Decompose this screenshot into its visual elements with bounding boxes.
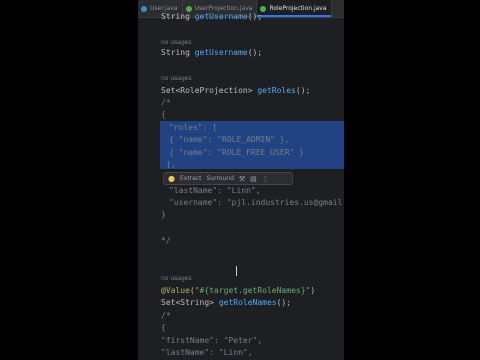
code-line[interactable]: String getUsername(); (161, 47, 262, 59)
code-line[interactable]: { "name": "ROLE_ADMIN" }, (169, 134, 289, 146)
code-line[interactable]: { "name": "ROLE_FREE_USER" } (169, 147, 304, 159)
code-line[interactable]: /* (161, 97, 171, 109)
surround-action[interactable]: Surround (206, 175, 233, 182)
usage-hint[interactable]: no usages (161, 273, 192, 285)
code-line[interactable]: { (161, 109, 166, 121)
more-options-icon[interactable]: ⋮ (262, 175, 269, 183)
code-line[interactable]: ], (166, 159, 176, 171)
wrench-icon[interactable]: ⚒ (239, 175, 245, 183)
reformat-icon[interactable]: ▤ (250, 175, 257, 183)
usage-hint[interactable]: no usages (161, 73, 192, 85)
code-line[interactable]: @Value("#{target.getRoleNames}") (161, 285, 315, 297)
tab-label: RoleProjection.java (269, 5, 327, 12)
code-line[interactable]: Set<RoleProjection> getRoles(); (161, 85, 310, 97)
code-area[interactable]: String getUsername(); no usages String g… (138, 12, 344, 360)
code-line[interactable]: Set<String> getRoleNames(); (161, 297, 291, 309)
code-line[interactable]: "username": "pjl.industries.us@gmail.com… (169, 197, 344, 209)
code-line[interactable]: "lastName": "Linn", (161, 347, 253, 359)
tab-roleprojection-java[interactable]: RoleProjection.java (257, 0, 332, 17)
intention-actions-toolbar: ● Extract Surround ⚒ ▤ ⋮ (163, 172, 293, 185)
extract-action[interactable]: Extract (180, 175, 202, 182)
code-editor[interactable]: User.java UserProjection.java RoleProjec… (138, 0, 344, 360)
lightbulb-icon[interactable]: ● (168, 174, 175, 183)
code-line[interactable]: "firstName": "Peter", (161, 335, 262, 347)
code-line[interactable]: { (161, 322, 166, 334)
code-line[interactable]: /* (161, 310, 171, 322)
code-line[interactable]: "lastName": "Linn", (169, 185, 261, 197)
code-line[interactable]: } (161, 209, 166, 221)
code-line[interactable]: "roles": [ (169, 122, 217, 134)
java-class-icon (141, 5, 147, 12)
code-line[interactable]: */ (161, 235, 171, 247)
code-line[interactable]: String getUsername(); (161, 11, 262, 23)
text-caret (236, 266, 237, 276)
